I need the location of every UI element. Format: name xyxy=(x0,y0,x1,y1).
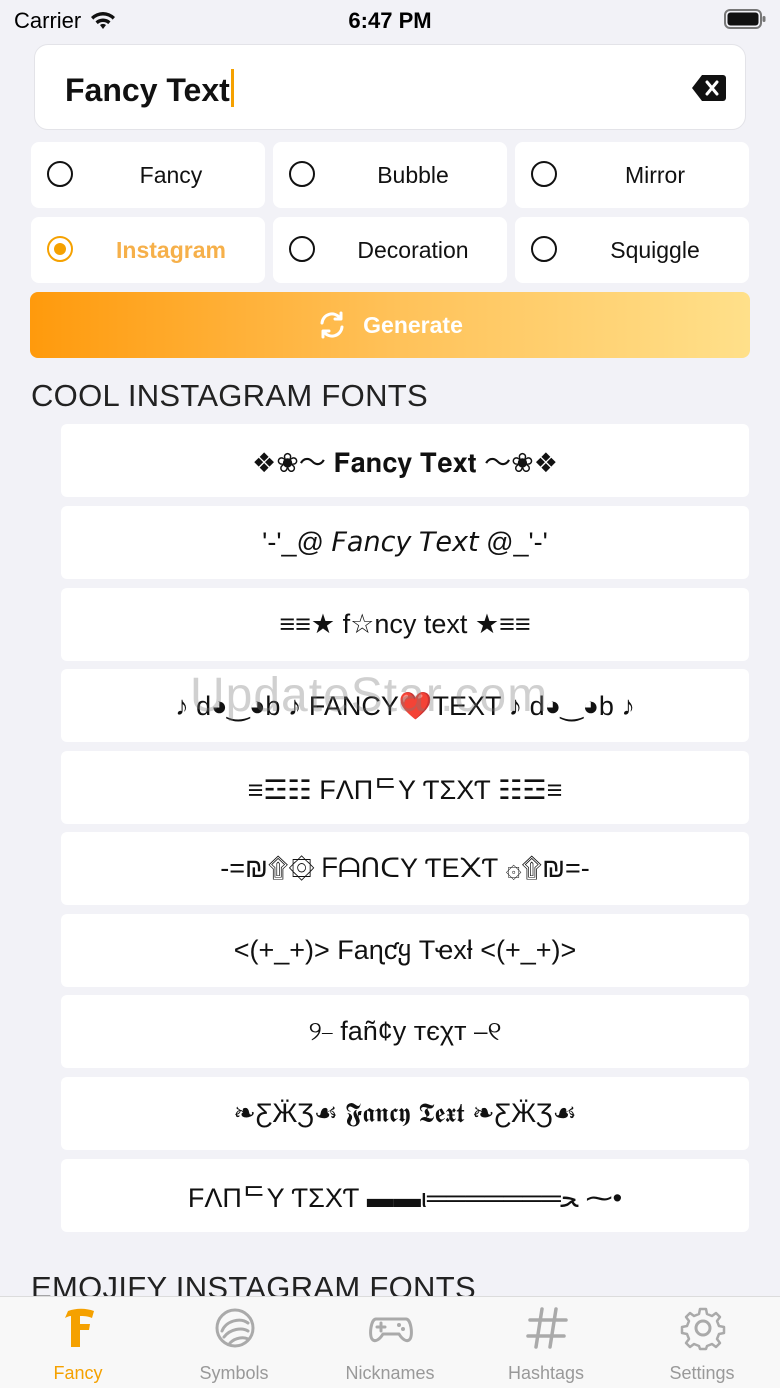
option-label: Mirror xyxy=(624,162,686,188)
option-bubble[interactable]: Bubble xyxy=(273,142,507,208)
radio-button[interactable] xyxy=(289,161,315,187)
option-instagram[interactable]: Instagram xyxy=(31,217,265,283)
section-title-cool: COOL INSTAGRAM FONTS xyxy=(31,378,428,413)
option-label: Fancy xyxy=(139,162,203,188)
option-mirror[interactable]: Mirror xyxy=(515,142,749,208)
font-result-row[interactable]: ≡≡★ f☆ncy text ★≡≡ xyxy=(61,588,749,661)
tab-fancy[interactable]: Fancy xyxy=(0,1297,156,1388)
tab-label: Fancy xyxy=(53,1363,103,1383)
font-result-row[interactable]: ♪ d◕‿◕b ♪ FANCY❤️TEXT ♪ d◕‿◕b ♪ xyxy=(61,669,749,742)
font-result-row[interactable]: '-'_@ 𝘍𝘢𝘯𝘤𝘺 𝘛𝘦𝘹𝘵 @_'-' xyxy=(61,506,749,579)
font-result-row[interactable]: FΛПᄃY ƬΣXƬ ▬▬ι═══════ﺤ ⁓• xyxy=(61,1159,749,1232)
gear-icon xyxy=(680,1307,726,1351)
text-cursor xyxy=(230,69,234,107)
fancy-f-icon xyxy=(65,1308,94,1347)
font-result-row[interactable]: ❖❀〜 𝐅𝐚𝐧𝐜𝐲 𝐓𝐞𝐱𝐭 〜❀❖ xyxy=(61,424,749,497)
tab-label: Nicknames xyxy=(345,1363,435,1383)
font-result-row[interactable]: ୨⎯ fañ¢y тєχт ⎯୧ xyxy=(61,995,749,1068)
font-result-row[interactable]: ≡☲☷ FΛПᄃY ƬΣXƬ ☷☲≡ xyxy=(61,751,749,824)
radio-button[interactable] xyxy=(531,236,557,262)
option-label: Instagram xyxy=(116,237,226,263)
radio-button[interactable] xyxy=(289,236,315,262)
battery-icon xyxy=(724,9,766,29)
status-bar: Carrier 6:47 PM xyxy=(0,0,780,40)
symbols-swirl-icon xyxy=(215,1308,255,1348)
gamepad-icon xyxy=(369,1317,413,1343)
tab-hashtags[interactable]: Hashtags xyxy=(468,1297,624,1388)
option-fancy[interactable]: Fancy xyxy=(31,142,265,208)
tab-nicknames[interactable]: Nicknames xyxy=(312,1297,468,1388)
tab-settings[interactable]: Settings xyxy=(624,1297,780,1388)
generate-button[interactable]: Generate xyxy=(30,292,750,358)
tab-symbols[interactable]: Symbols xyxy=(156,1297,312,1388)
radio-button[interactable] xyxy=(47,161,73,187)
option-decoration[interactable]: Decoration xyxy=(273,217,507,283)
tab-label: Settings xyxy=(669,1363,735,1383)
generate-label: Generate xyxy=(363,311,463,338)
hashtag-icon xyxy=(526,1307,568,1349)
radio-button-selected[interactable] xyxy=(47,236,73,262)
font-result-row[interactable]: ❧ƸӜƷ☙ 𝕱𝖆𝖓𝖈𝖞 𝕿𝖊𝖝𝖙 ❧ƸӜƷ☙ xyxy=(61,1077,749,1150)
tab-label: Symbols xyxy=(199,1363,269,1383)
option-squiggle[interactable]: Squiggle xyxy=(515,217,749,283)
option-label: Bubble xyxy=(377,162,449,188)
option-label: Decoration xyxy=(357,237,469,263)
clear-text-icon[interactable] xyxy=(691,73,727,103)
text-input-field[interactable]: Fancy Text xyxy=(34,44,746,130)
status-time: 6:47 PM xyxy=(348,8,432,33)
font-result-row[interactable]: <(+_+)> Faɳƈყ Tҽxƚ <(+_+)> xyxy=(61,914,749,987)
font-result-row[interactable]: -=₪۩۞ ᖴᗩᑎᑕY ƬE᙭Ƭ ۞۩₪=- xyxy=(61,832,749,905)
radio-button[interactable] xyxy=(531,161,557,187)
option-label: Squiggle xyxy=(610,237,700,263)
tab-bar: Fancy Symbols Nicknames Hashtags Setting… xyxy=(0,1296,780,1388)
text-input-value[interactable]: Fancy Text xyxy=(65,69,234,109)
tab-label: Hashtags xyxy=(507,1363,585,1383)
refresh-icon xyxy=(320,311,344,339)
